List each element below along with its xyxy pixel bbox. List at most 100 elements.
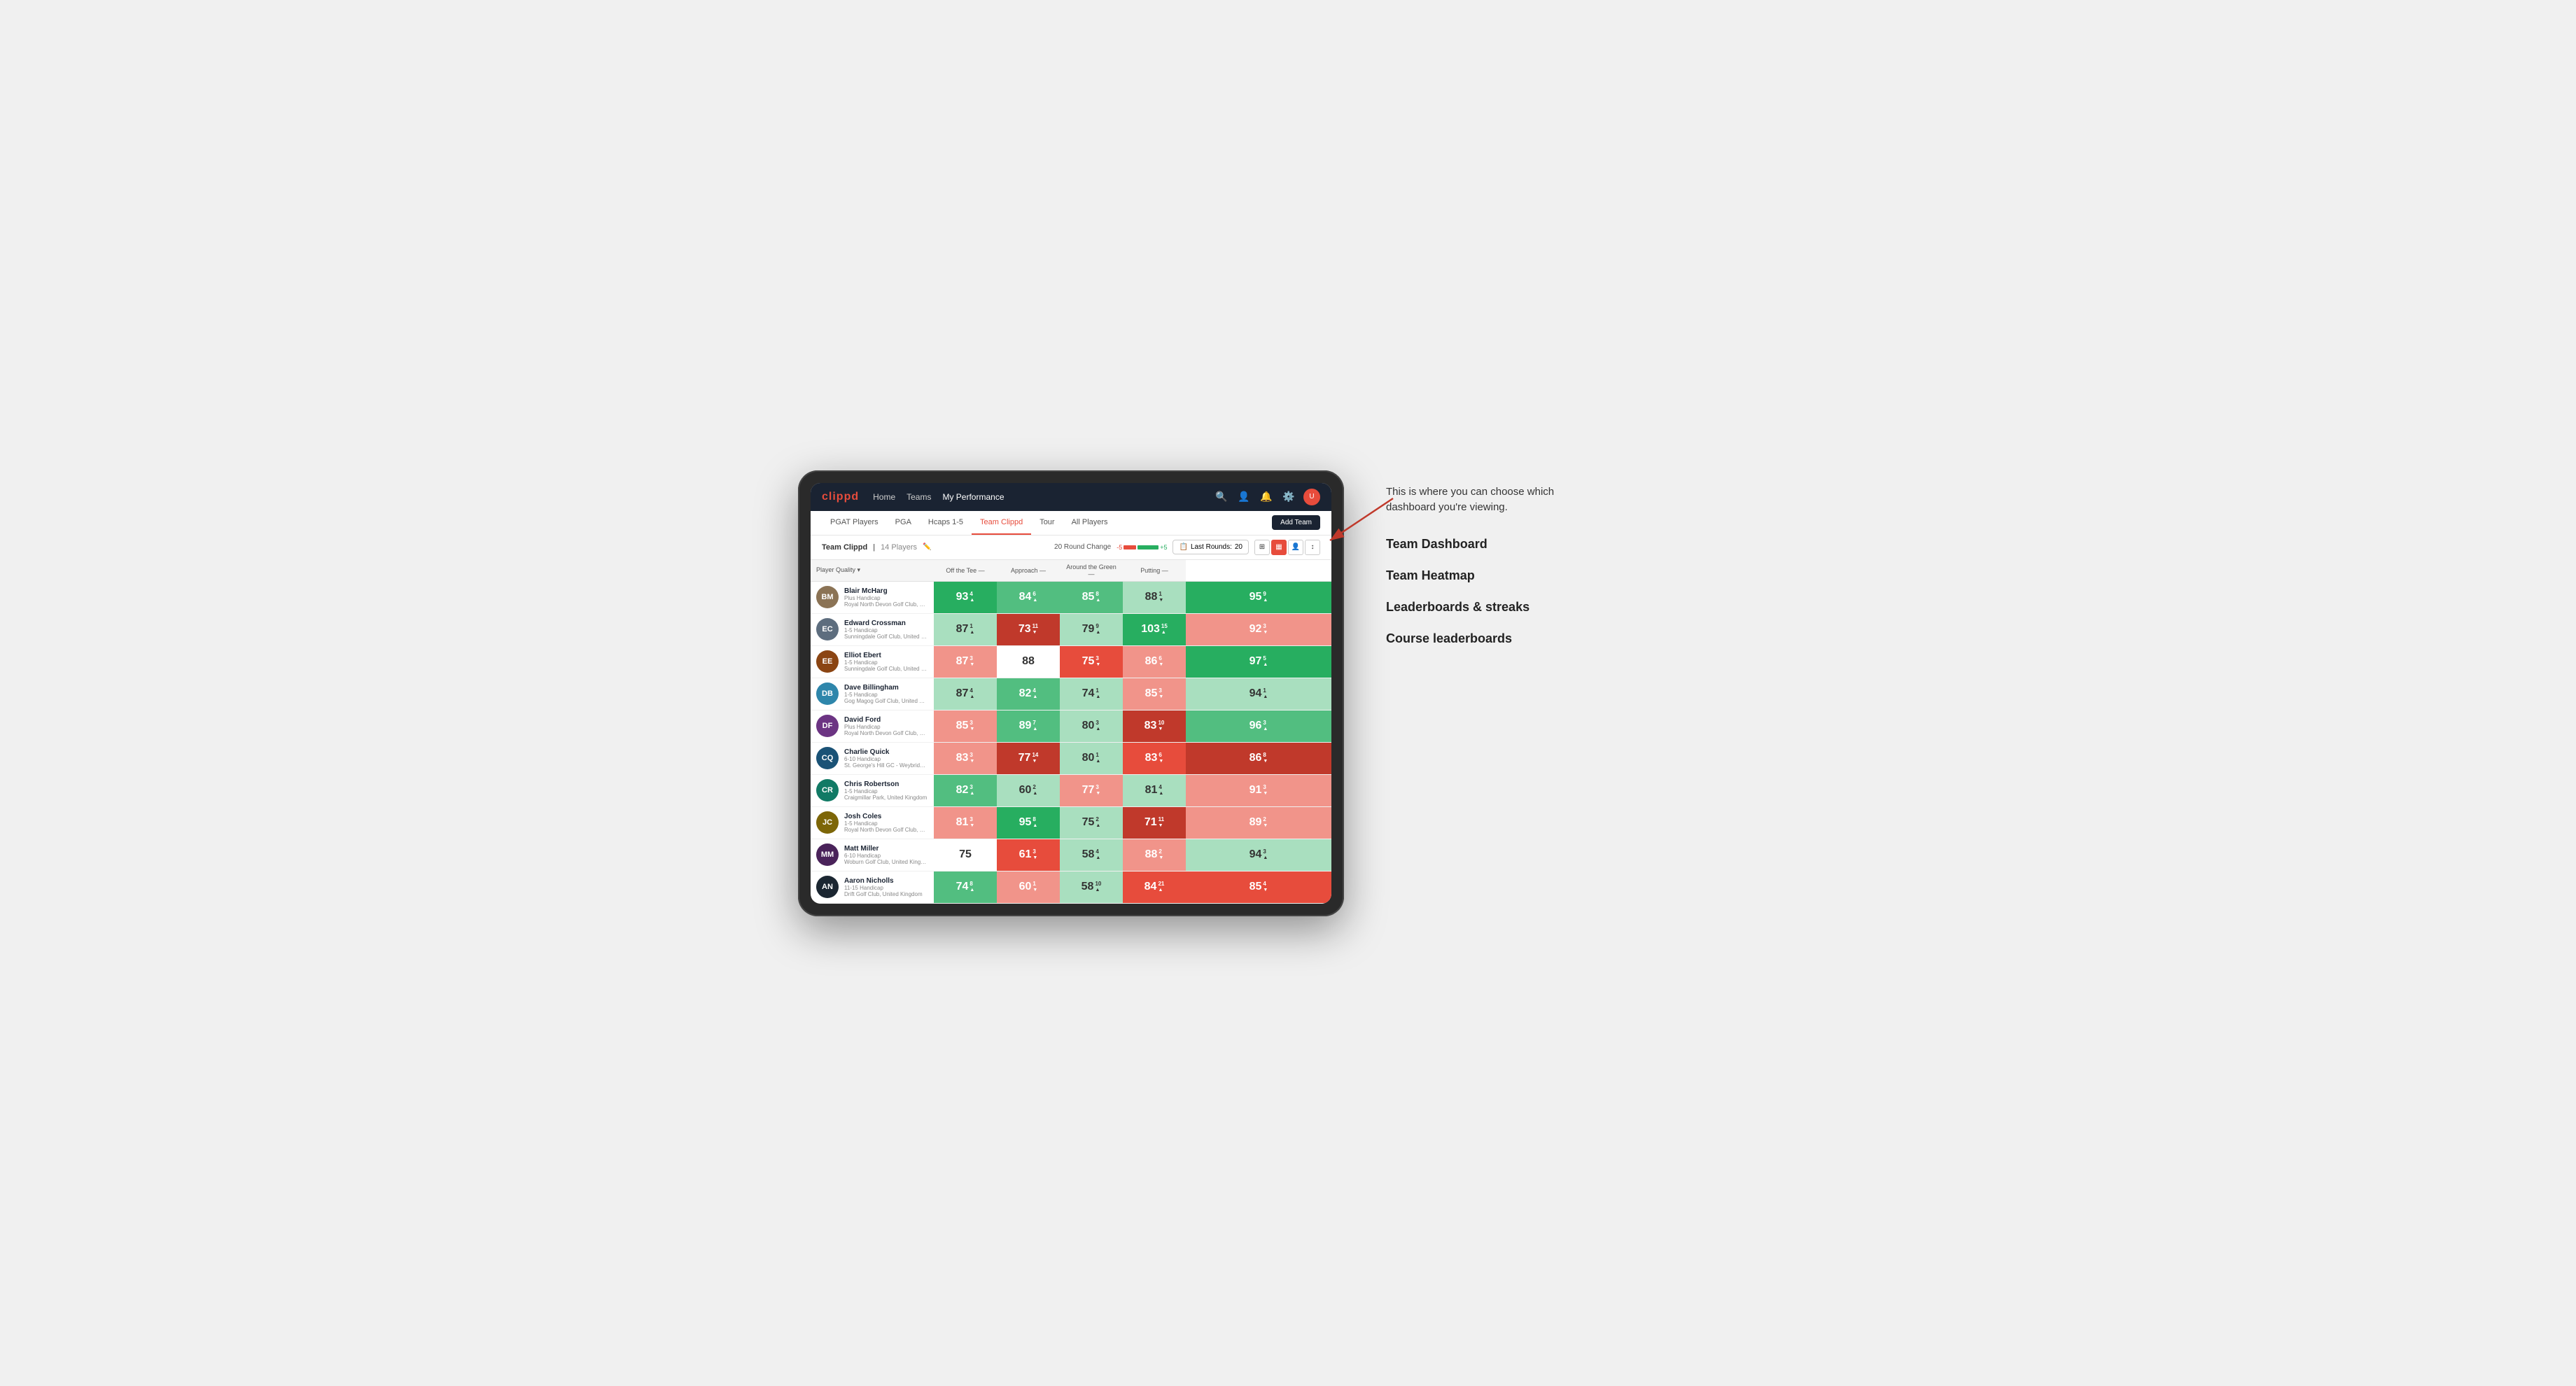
metric-change: 10 ▼: [1158, 720, 1164, 732]
table-row[interactable]: CR Chris Robertson 1-5 Handicap Craigmil…: [811, 774, 1331, 806]
metric-change: 5 ▲: [1263, 656, 1268, 667]
table-row[interactable]: BM Blair McHarg Plus Handicap Royal Nort…: [811, 581, 1331, 613]
metric-inner: 60 2 ▲: [997, 775, 1060, 806]
player-info: David Ford Plus Handicap Royal North Dev…: [844, 716, 928, 736]
player-handicap: 11-15 Handicap: [844, 885, 923, 891]
add-team-button[interactable]: Add Team: [1272, 515, 1320, 530]
sub-nav-all-players[interactable]: All Players: [1063, 511, 1116, 535]
edit-icon[interactable]: ✏️: [923, 543, 931, 551]
nav-my-performance[interactable]: My Performance: [942, 491, 1004, 503]
nav-home[interactable]: Home: [873, 491, 895, 503]
tablet-screen: clippd Home Teams My Performance 🔍 👤 🔔 ⚙…: [811, 483, 1331, 904]
metric-cell: 61 3 ▼: [997, 839, 1060, 871]
metric-inner: 77 3 ▼: [1060, 775, 1123, 806]
last-rounds-button[interactable]: 📋 Last Rounds: 20: [1172, 540, 1249, 554]
nav-teams[interactable]: Teams: [906, 491, 931, 503]
table-row[interactable]: AN Aaron Nicholls 11-15 Handicap Drift G…: [811, 871, 1331, 903]
sub-nav-pgat[interactable]: PGAT Players: [822, 511, 887, 535]
metric-inner: 95 8 ▲: [997, 807, 1060, 839]
metric-change: 6 ▲: [1032, 592, 1037, 603]
metric-value: 81: [1145, 784, 1158, 797]
user-icon[interactable]: 👤: [1236, 489, 1252, 505]
neg-val: -5: [1116, 544, 1122, 551]
view-heatmap-btn[interactable]: ▦: [1271, 540, 1287, 555]
metric-cell: 75 3 ▼: [1060, 645, 1123, 678]
metric-value: 77: [1082, 784, 1095, 797]
metric-inner: 71 11 ▼: [1123, 807, 1186, 839]
player-info: Elliot Ebert 1-5 Handicap Sunningdale Go…: [844, 652, 928, 672]
player-cell: EC Edward Crossman 1-5 Handicap Sunningd…: [811, 613, 934, 645]
metric-inner: 80 3 ▲: [1060, 710, 1123, 742]
sub-nav-tour[interactable]: Tour: [1031, 511, 1063, 535]
metric-value: 85: [1145, 687, 1158, 700]
metric-inner: 87 3 ▼: [934, 646, 997, 678]
table-row[interactable]: DB Dave Billingham 1-5 Handicap Gog Mago…: [811, 678, 1331, 710]
sub-nav-pga[interactable]: PGA: [887, 511, 920, 535]
player-name: Chris Robertson: [844, 780, 927, 788]
metric-value: 87: [956, 687, 969, 700]
player-name: Charlie Quick: [844, 748, 928, 756]
metric-inner: 79 9 ▲: [1060, 614, 1123, 645]
sub-nav-team-clippd[interactable]: Team Clippd: [972, 511, 1031, 535]
metric-value: 87: [956, 655, 969, 668]
metric-value: 71: [1144, 816, 1157, 829]
logo: clippd: [822, 491, 859, 503]
metric-value: 80: [1082, 752, 1095, 764]
sub-nav: PGAT Players PGA Hcaps 1-5 Team Clippd T…: [811, 511, 1331, 536]
metric-value: 96: [1250, 720, 1262, 732]
player-info: Dave Billingham 1-5 Handicap Gog Magog G…: [844, 684, 928, 704]
player-club: Sunningdale Golf Club, United Kingdom: [844, 634, 928, 640]
player-name: Blair McHarg: [844, 587, 928, 595]
settings-icon[interactable]: ⚙️: [1281, 489, 1296, 505]
metric-change: 8 ▲: [1096, 592, 1100, 603]
metric-change: 2 ▼: [1263, 817, 1268, 828]
metric-inner: 75: [934, 839, 997, 871]
player-handicap: 1-5 Handicap: [844, 820, 928, 827]
metric-change: 15 ▲: [1161, 624, 1168, 635]
metric-value: 61: [1019, 848, 1032, 861]
bell-icon[interactable]: 🔔: [1259, 489, 1274, 505]
metric-value: 83: [956, 752, 969, 764]
data-table: Player Quality ▾ Off the Tee — Approach …: [811, 560, 1331, 904]
player-cell: DB Dave Billingham 1-5 Handicap Gog Mago…: [811, 678, 934, 710]
metric-inner: 103 15 ▲: [1123, 614, 1186, 645]
metric-value: 73: [1018, 623, 1031, 636]
view-person-btn[interactable]: 👤: [1288, 540, 1303, 555]
metric-value: 87: [956, 623, 969, 636]
metric-cell: 75 2 ▲: [1060, 806, 1123, 839]
metric-value: 84: [1144, 881, 1157, 893]
metric-cell: 97 5 ▲: [1186, 645, 1331, 678]
view-grid-btn[interactable]: ⊞: [1254, 540, 1270, 555]
player-handicap: 6-10 Handicap: [844, 756, 928, 762]
metric-cell: 95 8 ▲: [997, 806, 1060, 839]
table-row[interactable]: MM Matt Miller 6-10 Handicap Woburn Golf…: [811, 839, 1331, 871]
sub-nav-hcaps[interactable]: Hcaps 1-5: [920, 511, 972, 535]
metric-cell: 95 9 ▲: [1186, 581, 1331, 613]
player-info: Edward Crossman 1-5 Handicap Sunningdale…: [844, 620, 928, 640]
metric-inner: 94 1 ▲: [1186, 678, 1331, 710]
metric-change: 1 ▲: [969, 624, 974, 635]
metric-value: 84: [1019, 591, 1032, 603]
table-row[interactable]: EC Edward Crossman 1-5 Handicap Sunningd…: [811, 613, 1331, 645]
search-icon[interactable]: 🔍: [1214, 489, 1229, 505]
metric-cell: 60 2 ▲: [997, 774, 1060, 806]
player-cell: MM Matt Miller 6-10 Handicap Woburn Golf…: [811, 839, 934, 871]
annotation-arrow: [1316, 491, 1400, 547]
table-row[interactable]: EE Elliot Ebert 1-5 Handicap Sunningdale…: [811, 645, 1331, 678]
metric-inner: 58 10 ▲: [1060, 872, 1123, 903]
player-handicap: 1-5 Handicap: [844, 692, 928, 698]
metric-value: 82: [1019, 687, 1032, 700]
metric-value: 86: [1145, 655, 1158, 668]
metric-value: 83: [1145, 752, 1158, 764]
player-avatar: CR: [816, 779, 839, 802]
metric-inner: 73 11 ▼: [997, 614, 1060, 645]
table-row[interactable]: JC Josh Coles 1-5 Handicap Royal North D…: [811, 806, 1331, 839]
metric-inner: 94 3 ▲: [1186, 839, 1331, 871]
player-avatar: JC: [816, 811, 839, 834]
table-row[interactable]: CQ Charlie Quick 6-10 Handicap St. Georg…: [811, 742, 1331, 774]
player-cell: AN Aaron Nicholls 11-15 Handicap Drift G…: [811, 871, 934, 903]
table-row[interactable]: DF David Ford Plus Handicap Royal North …: [811, 710, 1331, 742]
col-header-around-green: Around the Green —: [1060, 560, 1123, 582]
metric-value: 60: [1019, 881, 1032, 893]
metric-cell: 91 3 ▼: [1186, 774, 1331, 806]
